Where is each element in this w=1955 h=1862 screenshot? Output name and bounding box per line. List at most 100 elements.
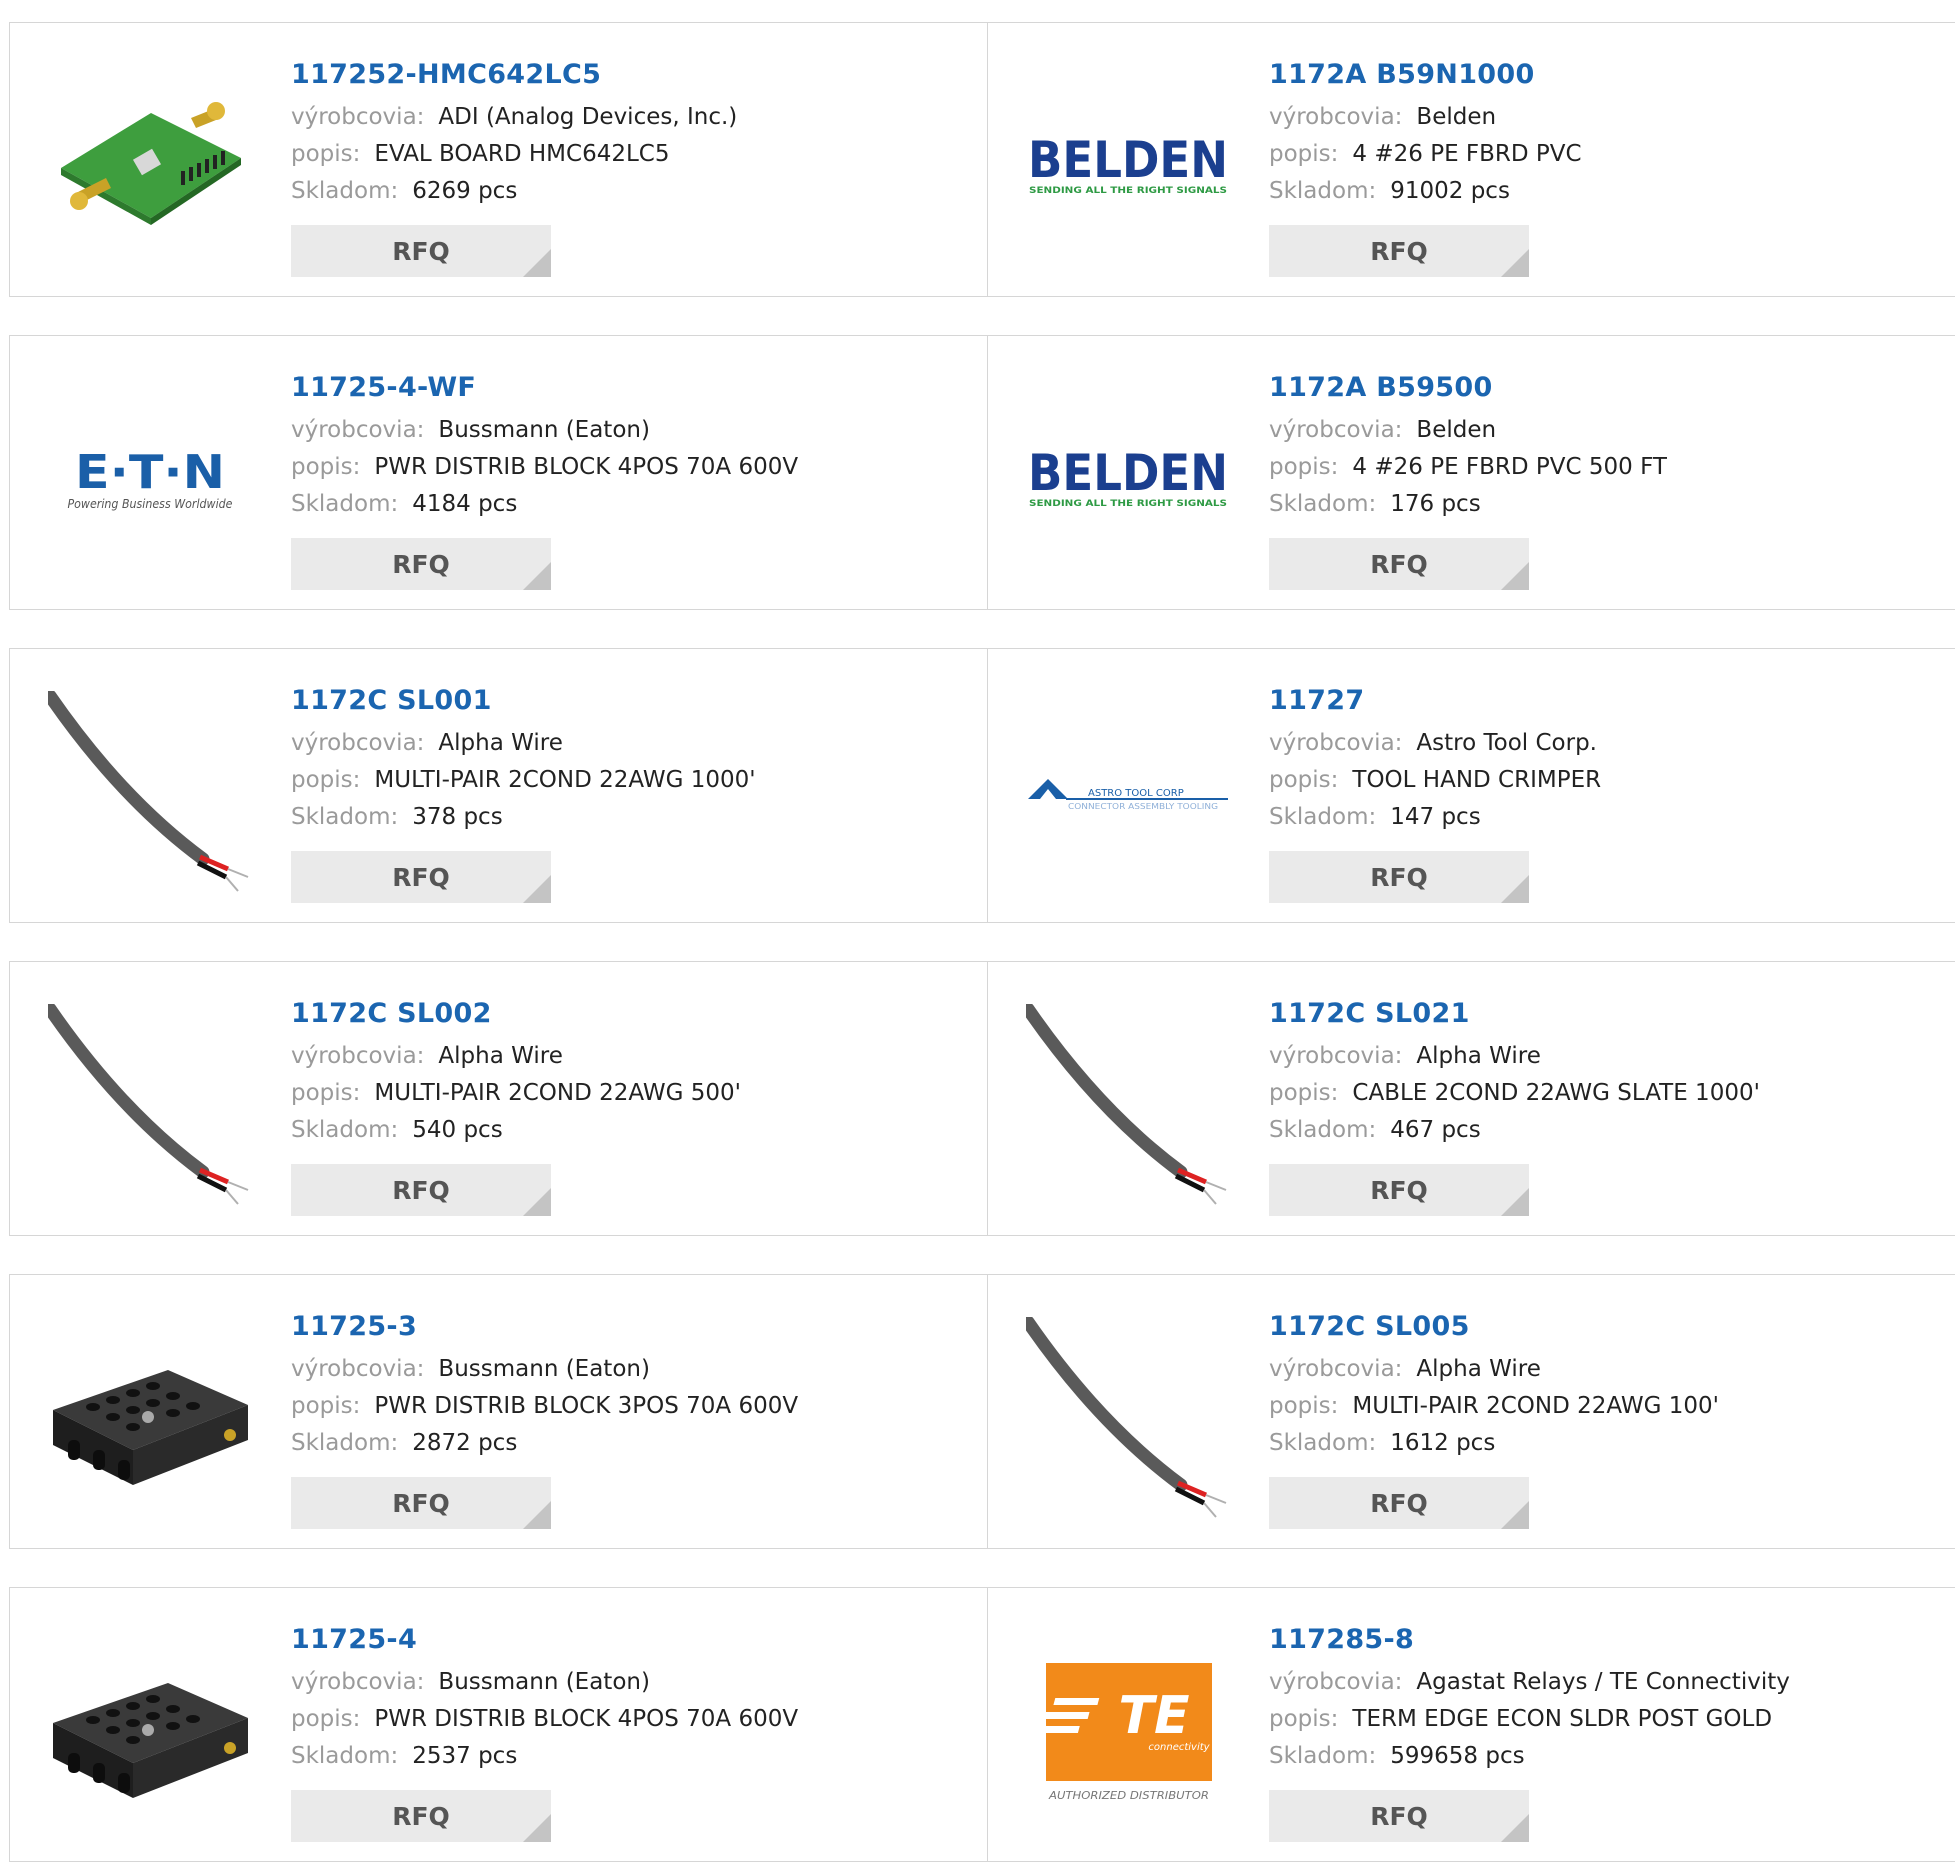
part-number-link[interactable]: 1172A B59500 bbox=[1269, 366, 1667, 412]
rfq-button[interactable]: RFQ bbox=[291, 225, 551, 277]
manufacturer-value: Bussmann (Eaton) bbox=[438, 417, 650, 443]
product-thumbnail[interactable] bbox=[48, 1630, 253, 1835]
manufacturer-line: výrobcovia: Alpha Wire bbox=[291, 1038, 741, 1075]
manufacturer-value: Alpha Wire bbox=[438, 730, 563, 756]
manufacturer-label: výrobcovia: bbox=[1269, 104, 1403, 130]
manufacturer-line: výrobcovia: Alpha Wire bbox=[291, 725, 756, 762]
manufacturer-value: Belden bbox=[1416, 417, 1497, 443]
svg-text:CONNECTOR ASSEMBLY TOOLING: CONNECTOR ASSEMBLY TOOLING bbox=[1068, 802, 1218, 811]
svg-text:Powering Business Worldwide: Powering Business Worldwide bbox=[68, 497, 233, 511]
rfq-label: RFQ bbox=[392, 862, 450, 892]
rfq-button[interactable]: RFQ bbox=[291, 1477, 551, 1529]
rfq-button[interactable]: RFQ bbox=[291, 1164, 551, 1216]
product-card: 1172C SL021 výrobcovia: Alpha Wire popis:… bbox=[987, 962, 1955, 1235]
rfq-button[interactable]: RFQ bbox=[291, 851, 551, 903]
part-number-link[interactable]: 117285-8 bbox=[1269, 1618, 1790, 1664]
product-card: 1172C SL002 výrobcovia: Alpha Wire popis:… bbox=[10, 962, 987, 1235]
rfq-button[interactable]: RFQ bbox=[291, 538, 551, 590]
description-value: TOOL HAND CRIMPER bbox=[1352, 767, 1602, 793]
rfq-button[interactable]: RFQ bbox=[291, 1790, 551, 1842]
rfq-label: RFQ bbox=[392, 1801, 450, 1831]
product-thumbnail[interactable] bbox=[48, 691, 253, 896]
description-label: popis: bbox=[1269, 141, 1339, 167]
rfq-corner-decoration bbox=[523, 1188, 551, 1216]
product-info: 11727 výrobcovia: Astro Tool Corp. popis:… bbox=[1269, 679, 1601, 836]
svg-text:TE: TE bbox=[1118, 1686, 1189, 1746]
svg-text:SENDING ALL THE RIGHT SIGNALS: SENDING ALL THE RIGHT SIGNALS bbox=[1029, 499, 1227, 509]
rfq-button[interactable]: RFQ bbox=[1269, 851, 1529, 903]
stock-value: 176 pcs bbox=[1390, 491, 1481, 517]
description-label: popis: bbox=[291, 767, 361, 793]
svg-text:SENDING ALL THE RIGHT SIGNALS: SENDING ALL THE RIGHT SIGNALS bbox=[1029, 186, 1227, 196]
product-grid: 117252-HMC642LC5 výrobcovia: ADI (Analog … bbox=[9, 22, 1955, 1862]
svg-text:E·T·N: E·T·N bbox=[75, 446, 225, 499]
rfq-label: RFQ bbox=[1370, 862, 1428, 892]
stock-value: 467 pcs bbox=[1390, 1117, 1481, 1143]
part-number-link[interactable]: 11725-4-WF bbox=[291, 366, 798, 412]
part-number-link[interactable]: 1172C SL005 bbox=[1269, 1305, 1719, 1351]
astro-tool-logo: ASTRO TOOL CORP CONNECTOR ASSEMBLY TOOLI… bbox=[1028, 778, 1228, 811]
manufacturer-value: Bussmann (Eaton) bbox=[438, 1669, 650, 1695]
stock-label: Skladom: bbox=[1269, 804, 1377, 830]
part-number-link[interactable]: 11727 bbox=[1269, 679, 1601, 725]
description-line: popis: 4 #26 PE FBRD PVC 500 FT bbox=[1269, 449, 1667, 486]
rfq-button[interactable]: RFQ bbox=[1269, 1164, 1529, 1216]
rfq-button[interactable]: RFQ bbox=[1269, 1790, 1529, 1842]
stock-label: Skladom: bbox=[291, 804, 399, 830]
description-line: popis: MULTI-PAIR 2COND 22AWG 500' bbox=[291, 1075, 741, 1112]
part-number-link[interactable]: 1172A B59N1000 bbox=[1269, 53, 1582, 99]
rfq-corner-decoration bbox=[1501, 562, 1529, 590]
product-thumbnail[interactable]: E·T·N Powering Business Worldwide bbox=[48, 378, 253, 583]
manufacturer-value: Belden bbox=[1416, 104, 1497, 130]
description-label: popis: bbox=[291, 1706, 361, 1732]
eval-board-image bbox=[60, 101, 241, 225]
part-number-link[interactable]: 1172C SL021 bbox=[1269, 992, 1760, 1038]
stock-line: Skladom: 467 pcs bbox=[1269, 1112, 1760, 1149]
description-value: EVAL BOARD HMC642LC5 bbox=[374, 141, 670, 167]
product-card: 11725-4 výrobcovia: Bussmann (Eaton) popi… bbox=[10, 1588, 987, 1861]
stock-line: Skladom: 91002 pcs bbox=[1269, 173, 1582, 210]
te-logo: TE connectivity AUTHORIZED DISTRIBUTOR bbox=[1043, 1662, 1212, 1802]
product-info: 11725-4 výrobcovia: Bussmann (Eaton) popi… bbox=[291, 1618, 798, 1775]
description-value: MULTI-PAIR 2COND 22AWG 1000' bbox=[374, 767, 756, 793]
product-thumbnail[interactable] bbox=[48, 1004, 253, 1209]
description-line: popis: 4 #26 PE FBRD PVC bbox=[1269, 136, 1582, 173]
belden-logo: BELDEN SENDING ALL THE RIGHT SIGNALS bbox=[1028, 133, 1228, 196]
part-number-link[interactable]: 117252-HMC642LC5 bbox=[291, 53, 737, 99]
product-thumbnail[interactable]: ASTRO TOOL CORP CONNECTOR ASSEMBLY TOOLI… bbox=[1026, 691, 1231, 896]
stock-value: 540 pcs bbox=[412, 1117, 503, 1143]
stock-line: Skladom: 4184 pcs bbox=[291, 486, 798, 523]
manufacturer-value: ADI (Analog Devices, Inc.) bbox=[438, 104, 738, 130]
product-row: 11725-4 výrobcovia: Bussmann (Eaton) popi… bbox=[9, 1587, 1955, 1862]
rfq-button[interactable]: RFQ bbox=[1269, 225, 1529, 277]
description-line: popis: PWR DISTRIB BLOCK 4POS 70A 600V bbox=[291, 1701, 798, 1738]
product-card: 1172C SL005 výrobcovia: Alpha Wire popis:… bbox=[987, 1275, 1955, 1548]
description-label: popis: bbox=[1269, 454, 1339, 480]
description-line: popis: TOOL HAND CRIMPER bbox=[1269, 762, 1601, 799]
part-number-link[interactable]: 1172C SL002 bbox=[291, 992, 741, 1038]
product-thumbnail[interactable]: TE connectivity AUTHORIZED DISTRIBUTOR bbox=[1026, 1630, 1231, 1835]
rfq-button[interactable]: RFQ bbox=[1269, 1477, 1529, 1529]
product-info: 1172A B59500 výrobcovia: Belden popis: 4 #… bbox=[1269, 366, 1667, 523]
rfq-label: RFQ bbox=[1370, 1488, 1428, 1518]
cable-image bbox=[1026, 1004, 1227, 1205]
stock-value: 599658 pcs bbox=[1390, 1743, 1525, 1769]
stock-line: Skladom: 540 pcs bbox=[291, 1112, 741, 1149]
product-card: E·T·N Powering Business Worldwide 11725-… bbox=[10, 336, 987, 609]
stock-label: Skladom: bbox=[1269, 491, 1377, 517]
rfq-corner-decoration bbox=[523, 249, 551, 277]
product-thumbnail[interactable] bbox=[1026, 1317, 1231, 1522]
product-thumbnail[interactable]: BELDEN SENDING ALL THE RIGHT SIGNALS bbox=[1026, 65, 1231, 270]
product-thumbnail[interactable] bbox=[1026, 1004, 1231, 1209]
manufacturer-label: výrobcovia: bbox=[291, 417, 425, 443]
stock-label: Skladom: bbox=[1269, 1743, 1377, 1769]
product-thumbnail[interactable] bbox=[48, 1317, 253, 1522]
svg-text:AUTHORIZED DISTRIBUTOR: AUTHORIZED DISTRIBUTOR bbox=[1047, 1789, 1208, 1802]
product-thumbnail[interactable]: BELDEN SENDING ALL THE RIGHT SIGNALS bbox=[1026, 378, 1231, 583]
part-number-link[interactable]: 11725-4 bbox=[291, 1618, 798, 1664]
part-number-link[interactable]: 11725-3 bbox=[291, 1305, 798, 1351]
rfq-button[interactable]: RFQ bbox=[1269, 538, 1529, 590]
part-number-link[interactable]: 1172C SL001 bbox=[291, 679, 756, 725]
product-thumbnail[interactable] bbox=[48, 65, 253, 270]
product-info: 11725-4-WF výrobcovia: Bussmann (Eaton) p… bbox=[291, 366, 798, 523]
